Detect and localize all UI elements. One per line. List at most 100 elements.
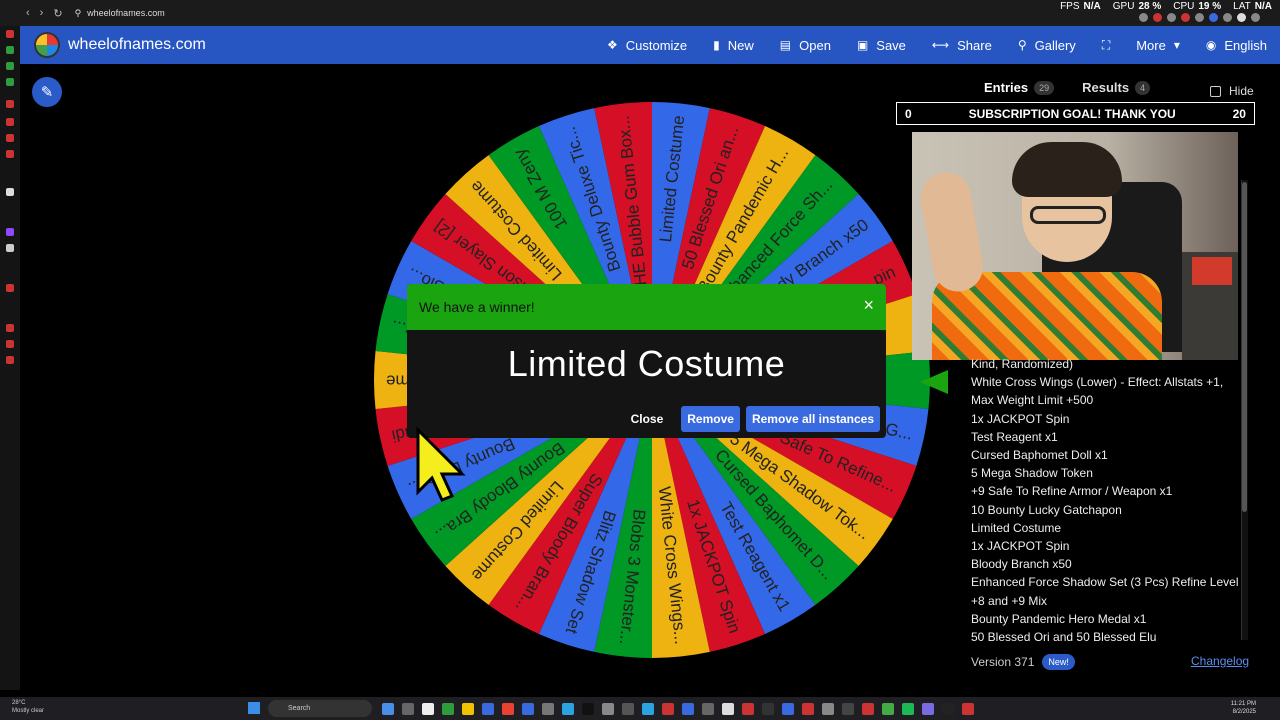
start-icon[interactable] — [248, 702, 260, 714]
app-icon[interactable] — [922, 703, 934, 715]
app-icon[interactable] — [642, 703, 654, 715]
changelog-link[interactable]: Changelog — [1191, 654, 1249, 668]
app-icon[interactable] — [602, 703, 614, 715]
app-icon[interactable] — [502, 703, 514, 715]
remove-button[interactable]: Remove — [681, 406, 740, 432]
app-icon[interactable] — [842, 703, 854, 715]
remove-all-button[interactable]: Remove all instances — [745, 406, 880, 432]
app-icon[interactable] — [6, 62, 14, 70]
extension-icon[interactable] — [1153, 13, 1162, 22]
tab-results[interactable]: Results 4 — [1082, 80, 1151, 95]
app-icon[interactable] — [522, 703, 534, 715]
app-icon[interactable] — [6, 340, 14, 348]
app-icon[interactable] — [622, 703, 634, 715]
reload-icon[interactable]: ↻ — [53, 7, 62, 20]
app-icon[interactable] — [6, 134, 14, 142]
entry-line[interactable]: Bloody Branch x50 — [971, 555, 1241, 573]
extension-icon[interactable] — [1209, 13, 1218, 22]
app-icon[interactable] — [542, 703, 554, 715]
gallery-button[interactable]: ⚲ Gallery — [1018, 38, 1076, 53]
site-name[interactable]: wheelofnames.com — [68, 36, 206, 54]
app-icon[interactable] — [6, 78, 14, 86]
app-icon[interactable] — [862, 703, 874, 715]
extension-icon[interactable] — [1223, 13, 1232, 22]
address-bar[interactable]: ⚲ wheelofnames.com — [75, 8, 165, 19]
app-icon[interactable] — [762, 703, 774, 715]
hide-checkbox[interactable] — [1210, 85, 1221, 97]
app-icon[interactable] — [6, 324, 14, 332]
entry-line[interactable]: Test Reagent x1 — [971, 428, 1241, 446]
clock[interactable]: 11:21 PM 8/2/2025 — [1231, 700, 1256, 716]
app-icon[interactable] — [722, 703, 734, 715]
app-icon[interactable] — [682, 703, 694, 715]
new-button[interactable]: ▮ New — [713, 38, 754, 53]
app-icon[interactable] — [6, 30, 14, 38]
forward-icon[interactable]: › — [40, 7, 44, 20]
menu-icon[interactable] — [1251, 13, 1260, 22]
entry-line[interactable]: Limited Costume — [971, 519, 1241, 537]
extension-icon[interactable] — [1195, 13, 1204, 22]
fullscreen-button[interactable]: ⛶ — [1102, 38, 1110, 53]
app-icon[interactable] — [6, 46, 14, 54]
app-icon[interactable] — [802, 703, 814, 715]
close-icon[interactable]: × — [863, 295, 874, 316]
entry-line[interactable]: 50 Blessed Ori and 50 Blessed Elu — [971, 628, 1241, 641]
app-icon[interactable] — [782, 703, 794, 715]
entry-line[interactable]: White Cross Wings (Lower) - Effect: Alls… — [971, 373, 1241, 391]
profile-icon[interactable] — [1237, 13, 1246, 22]
open-button[interactable]: ▤ Open — [780, 38, 831, 53]
hide-toggle[interactable]: Hide — [1210, 84, 1254, 98]
app-icon[interactable] — [742, 703, 754, 715]
app-icon[interactable] — [422, 703, 434, 715]
app-icon[interactable] — [6, 150, 14, 158]
app-icon[interactable] — [6, 188, 14, 196]
app-icon[interactable] — [822, 703, 834, 715]
back-icon[interactable]: ‹ — [26, 7, 30, 20]
app-icon[interactable] — [942, 703, 954, 715]
logo-icon[interactable] — [34, 32, 60, 58]
app-icon[interactable] — [382, 703, 394, 715]
app-icon[interactable] — [6, 100, 14, 108]
entry-line[interactable]: Enhanced Force Shadow Set (3 Pcs) Refine… — [971, 573, 1241, 591]
close-button[interactable]: Close — [619, 406, 676, 432]
entry-line[interactable]: +9 Safe To Refine Armor / Weapon x1 — [971, 482, 1241, 500]
language-button[interactable]: ◉ English — [1206, 38, 1267, 53]
entry-line[interactable]: Max Weight Limit +500 — [971, 391, 1241, 409]
app-icon[interactable] — [6, 356, 14, 364]
weather-widget[interactable]: 28°C Mostly clear — [12, 699, 44, 715]
x-icon[interactable] — [6, 244, 14, 252]
app-icon[interactable] — [6, 284, 14, 292]
entry-line[interactable]: Bounty Pandemic Hero Medal x1 — [971, 610, 1241, 628]
app-icon[interactable] — [902, 703, 914, 715]
entry-line[interactable]: 5 Mega Shadow Token — [971, 464, 1241, 482]
app-icon[interactable] — [882, 703, 894, 715]
app-icon[interactable] — [442, 703, 454, 715]
extension-icon[interactable] — [1139, 13, 1148, 22]
entry-line[interactable]: Kind, Randomized) — [971, 355, 1241, 373]
entry-line[interactable]: 1x JACKPOT Spin — [971, 410, 1241, 428]
app-icon[interactable] — [662, 703, 674, 715]
entry-line[interactable]: +8 and +9 Mix — [971, 592, 1241, 610]
app-icon[interactable] — [462, 703, 474, 715]
share-button[interactable]: ⟷ Share — [932, 38, 992, 53]
entries-scroll-thumb[interactable] — [1242, 182, 1247, 512]
edit-button[interactable]: ✎ — [32, 77, 62, 107]
app-icon[interactable] — [582, 703, 594, 715]
tab-entries[interactable]: Entries 29 — [984, 80, 1055, 95]
app-icon[interactable] — [402, 703, 414, 715]
more-button[interactable]: More ▾ — [1136, 38, 1180, 53]
app-icon[interactable] — [482, 703, 494, 715]
customize-button[interactable]: ❖ Customize — [607, 38, 687, 53]
entry-line[interactable]: 1x JACKPOT Spin — [971, 537, 1241, 555]
entry-line[interactable]: 10 Bounty Lucky Gatchapon — [971, 501, 1241, 519]
app-icon[interactable] — [962, 703, 974, 715]
extension-icon[interactable] — [1167, 13, 1176, 22]
app-icon[interactable] — [6, 118, 14, 126]
extension-icon[interactable] — [1181, 13, 1190, 22]
entries-list[interactable]: Kind, Randomized) White Cross Wings (Lowe… — [971, 355, 1241, 641]
app-icon[interactable] — [702, 703, 714, 715]
app-icon[interactable] — [562, 703, 574, 715]
entry-line[interactable]: Cursed Baphomet Doll x1 — [971, 446, 1241, 464]
twitch-icon[interactable] — [6, 228, 14, 236]
save-button[interactable]: ▣ Save — [857, 38, 906, 53]
